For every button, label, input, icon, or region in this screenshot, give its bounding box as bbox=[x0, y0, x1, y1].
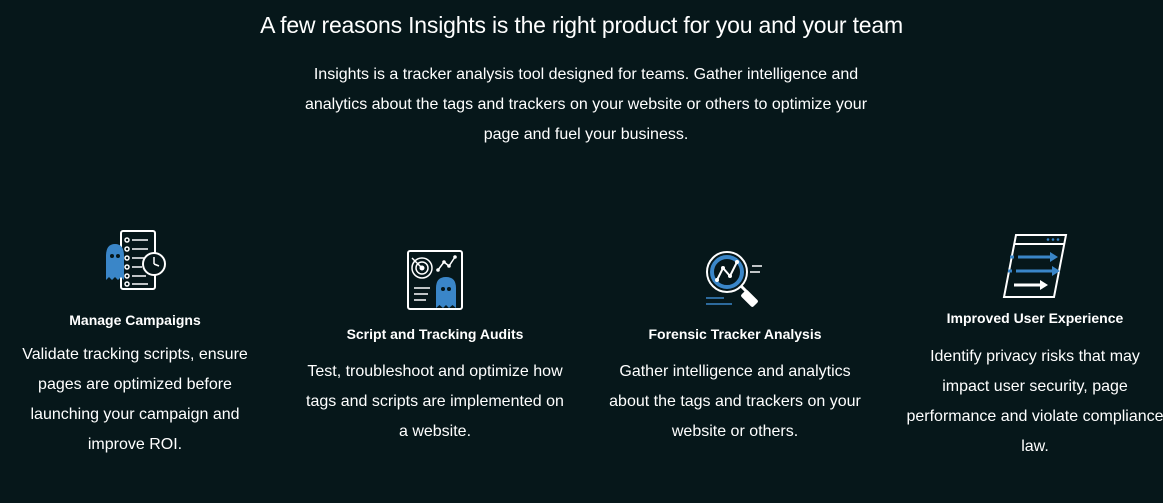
feature-manage-campaigns: Manage Campaigns Validate tracking scrip… bbox=[6, 228, 264, 460]
ghost-target-chart-icon bbox=[407, 250, 463, 310]
feature-forensic-tracker-analysis: Forensic Tracker Analysis Gather intelli… bbox=[606, 248, 864, 447]
feature-description: Gather intelligence and analytics about … bbox=[609, 363, 861, 440]
ghost-checklist-clock-icon bbox=[106, 230, 166, 290]
feature-title: Script and Tracking Audits bbox=[346, 326, 524, 342]
page: A few reasons Insights is the right prod… bbox=[0, 0, 1163, 503]
feature-title: Manage Campaigns bbox=[69, 312, 201, 328]
magnifier-graph-icon bbox=[706, 251, 762, 307]
intro-paragraph: Insights is a tracker analysis tool desi… bbox=[304, 66, 868, 143]
browser-arrows-icon bbox=[1002, 234, 1068, 298]
feature-title: Improved User Experience bbox=[946, 310, 1124, 326]
feature-description: Test, troubleshoot and optimize how tags… bbox=[306, 363, 564, 440]
feature-description: Validate tracking scripts, ensure pages … bbox=[22, 346, 248, 453]
page-title: A few reasons Insights is the right prod… bbox=[260, 12, 903, 38]
feature-script-tracking-audits: Script and Tracking Audits Test, trouble… bbox=[306, 248, 564, 447]
feature-title: Forensic Tracker Analysis bbox=[648, 326, 822, 342]
feature-improved-user-experience: Improved User Experience Identify privac… bbox=[906, 233, 1163, 462]
feature-description: Identify privacy risks that may impact u… bbox=[906, 348, 1163, 455]
